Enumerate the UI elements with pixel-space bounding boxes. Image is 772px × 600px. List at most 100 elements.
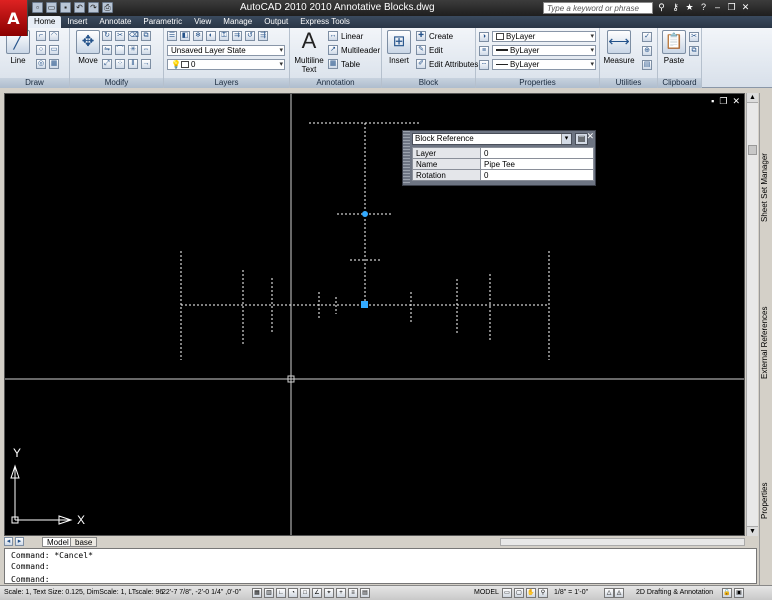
tab-base[interactable]: base [70,537,98,547]
scroll-down-icon[interactable]: ▼ [747,526,758,536]
table-button[interactable]: ▦ Table [328,59,360,69]
layer-state-dropdown[interactable]: Unsaved Layer State [167,45,285,56]
viewport-minimize-icon[interactable]: ▪ [711,96,714,107]
help-icon[interactable]: ? [698,2,709,13]
dynamic-ucs-icon[interactable]: ⌖ [324,588,334,598]
scroll-up-icon[interactable]: ▲ [747,93,758,103]
lock-icon[interactable]: 🔒 [722,588,732,598]
object-snap-tracking-icon[interactable]: ∠ [312,588,322,598]
layer-lock-icon[interactable]: ⚿ [219,31,229,41]
object-snap-icon[interactable]: □ [300,588,310,598]
viewport-restore-icon[interactable]: ❐ [719,96,727,107]
grip-insertion-point[interactable] [362,211,368,217]
multiline-text-button[interactable]: A Multiline Text [292,30,326,75]
tab-home[interactable]: Home [28,16,62,28]
id-point-icon[interactable]: ⊕ [642,46,652,56]
color-dropdown[interactable]: ByLayer [492,31,596,42]
first-layout-icon[interactable]: ◂ [4,537,13,546]
layer-freeze-icon[interactable]: ❄ [193,31,203,41]
quick-view-layouts-icon[interactable]: ▭ [502,588,512,598]
auto-scale-icon[interactable]: ◬ [614,588,624,598]
properties-tab[interactable]: Properties [760,478,772,523]
erase-icon[interactable]: ⌫ [128,31,139,41]
rectangle-icon[interactable]: ▭ [49,45,59,55]
pan-icon[interactable]: ✋ [526,588,536,598]
star-icon[interactable]: ★ [684,2,695,13]
layer-properties-icon[interactable]: ☰ [167,31,177,41]
drawing-canvas[interactable]: Y X ▪ ❐ ✕ [4,93,745,536]
layer-match-icon[interactable]: ⇉ [232,31,242,41]
explode-icon[interactable]: ✳ [128,45,138,55]
clean-screen-icon[interactable]: ▣ [734,588,744,598]
coordinate-readout[interactable]: 22'-7 7/8", -2'-0 1/4" ,0'-0" [162,586,241,600]
binoculars-icon[interactable]: ⚲ [656,2,667,13]
measure-button[interactable]: ⟷ Measure [602,30,636,65]
arc-icon[interactable]: ◠ [49,31,59,41]
grip-base-point[interactable] [361,301,368,308]
copy-clip-icon[interactable]: ⧉ [689,46,699,56]
restore-icon[interactable]: ❐ [726,2,737,13]
array-icon[interactable]: ⁘ [115,59,125,69]
annotation-visibility-icon[interactable]: △ [604,588,614,598]
linear-dimension-button[interactable]: ↔ Linear [328,31,363,41]
layers-panel-title[interactable]: Layers [164,78,289,88]
sheet-set-manager-tab[interactable]: Sheet Set Manager [760,143,772,233]
linetype-icon[interactable]: ┄ [479,60,489,70]
command-input[interactable] [55,575,745,584]
vertical-scrollbar[interactable]: ▲ ▼ [746,93,758,536]
block-panel-title[interactable]: Block [382,78,475,88]
annotation-panel-title[interactable]: Annotation [290,78,381,88]
tab-output[interactable]: Output [258,16,294,28]
offset-icon[interactable]: ⫴ [128,59,138,69]
zoom-icon[interactable]: ⚲ [538,588,548,598]
object-type-dropdown[interactable]: Block Reference ▾ [412,133,572,145]
ortho-mode-icon[interactable]: ∟ [276,588,286,598]
tab-express-tools[interactable]: Express Tools [294,16,356,28]
layer-isolate-icon[interactable]: ◧ [180,31,190,41]
calculator-icon[interactable]: ▤ [642,60,652,70]
paste-button[interactable]: 📋 Paste [657,30,691,65]
close-icon[interactable]: ✕ [740,2,751,13]
tab-insert[interactable]: Insert [61,16,93,28]
dynamic-input-icon[interactable]: + [336,588,346,598]
quick-view-drawings-icon[interactable]: ▢ [514,588,524,598]
modify-panel-title[interactable]: Modify [70,78,163,88]
quick-select-icon[interactable]: ✓ [642,32,652,42]
insert-button[interactable]: ⊞ Insert [382,30,416,65]
save-icon[interactable]: ▪ [60,2,71,13]
mirror-icon[interactable]: ⇋ [102,45,112,55]
grid-display-icon[interactable]: ▥ [264,588,274,598]
stretch-icon[interactable]: ⇔ [141,45,151,55]
snap-mode-icon[interactable]: ▦ [252,588,262,598]
plot-icon[interactable]: ⎙ [102,2,113,13]
rotate-icon[interactable]: ↻ [102,31,112,41]
multileader-button[interactable]: ↗ Multileader [328,45,380,55]
tab-parametric[interactable]: Parametric [137,16,188,28]
redo-icon[interactable]: ↷ [88,2,99,13]
trim-icon[interactable]: ✂ [115,31,125,41]
last-layout-icon[interactable]: ▸ [15,537,24,546]
extend-icon[interactable]: → [141,59,151,69]
quick-properties-toggle-icon[interactable]: ▤ [360,588,370,598]
scale-icon[interactable]: ⤢ [102,59,112,69]
lineweight-toggle-icon[interactable]: ≡ [348,588,358,598]
layer-off-icon[interactable]: ◐ [206,31,216,41]
utilities-panel-title[interactable]: Utilities [600,78,657,88]
clipboard-panel-title[interactable]: Clipboard [658,78,701,88]
quick-properties-close-icon[interactable]: ✕ [586,131,594,142]
tab-manage[interactable]: Manage [217,16,258,28]
cut-icon[interactable]: ✂ [689,32,699,42]
quick-properties-grip[interactable] [403,131,410,185]
lineweight-icon[interactable]: ≡ [479,46,489,56]
match-properties-icon[interactable]: ◑ [479,32,489,42]
properties-panel-title[interactable]: Properties [476,78,599,88]
model-space-toggle[interactable]: MODEL [474,586,499,600]
tab-view[interactable]: View [188,16,217,28]
move-button[interactable]: ✥ Move [71,30,105,65]
annotation-scale[interactable]: 1/8" = 1'-0" [554,586,588,600]
horizontal-scrollbar[interactable] [500,538,745,546]
edit-block-button[interactable]: ✎ Edit [416,45,443,55]
viewport-close-icon[interactable]: ✕ [732,96,740,107]
minimize-icon[interactable]: – [712,2,723,13]
linetype-dropdown[interactable]: ByLayer [492,59,596,70]
